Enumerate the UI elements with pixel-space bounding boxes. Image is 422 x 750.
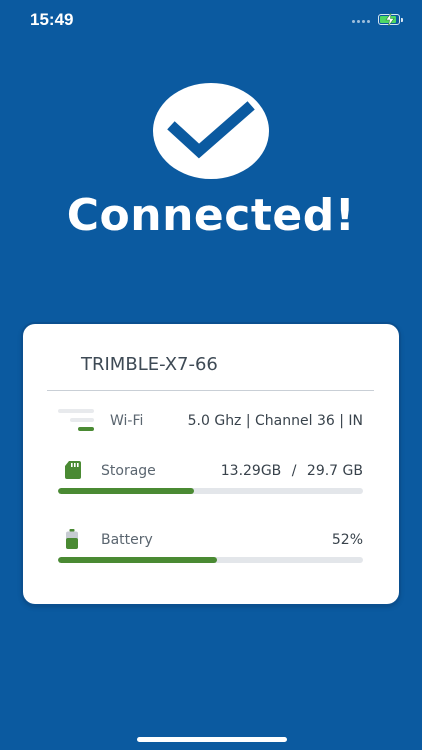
storage-label: Storage — [101, 463, 156, 479]
battery-charging-icon — [378, 13, 403, 26]
wifi-value: 5.0 Ghz | Channel 36 | IN — [187, 413, 363, 429]
storage-separator: / — [291, 463, 297, 479]
status-bar: 15:49 — [0, 0, 422, 44]
divider — [47, 390, 374, 391]
battery-label: Battery — [101, 532, 153, 548]
storage-value: 13.29GB / 29.7 GB — [221, 463, 363, 479]
device-info-card: TRIMBLE-X7-66 Wi-Fi 5.0 Ghz | Channel 36… — [23, 324, 399, 604]
storage-total: 29.7 GB — [306, 463, 363, 479]
battery-icon — [66, 529, 78, 549]
wifi-signal-icon — [58, 408, 96, 434]
cellular-signal-icon — [352, 20, 372, 24]
battery-progress-bar — [58, 557, 363, 563]
device-name: TRIMBLE-X7-66 — [81, 354, 218, 375]
storage-progress-bar — [58, 488, 363, 494]
storage-used: 13.29GB — [220, 463, 282, 479]
success-check-icon — [153, 83, 269, 179]
connected-headline: Connected! — [66, 190, 356, 241]
battery-progress-fill — [58, 557, 217, 563]
status-time: 15:49 — [30, 10, 74, 29]
battery-value: 52% — [331, 532, 363, 548]
home-indicator[interactable] — [137, 737, 287, 742]
storage-progress-fill — [58, 488, 195, 494]
wifi-label: Wi-Fi — [110, 413, 144, 429]
sd-card-icon — [65, 461, 81, 479]
